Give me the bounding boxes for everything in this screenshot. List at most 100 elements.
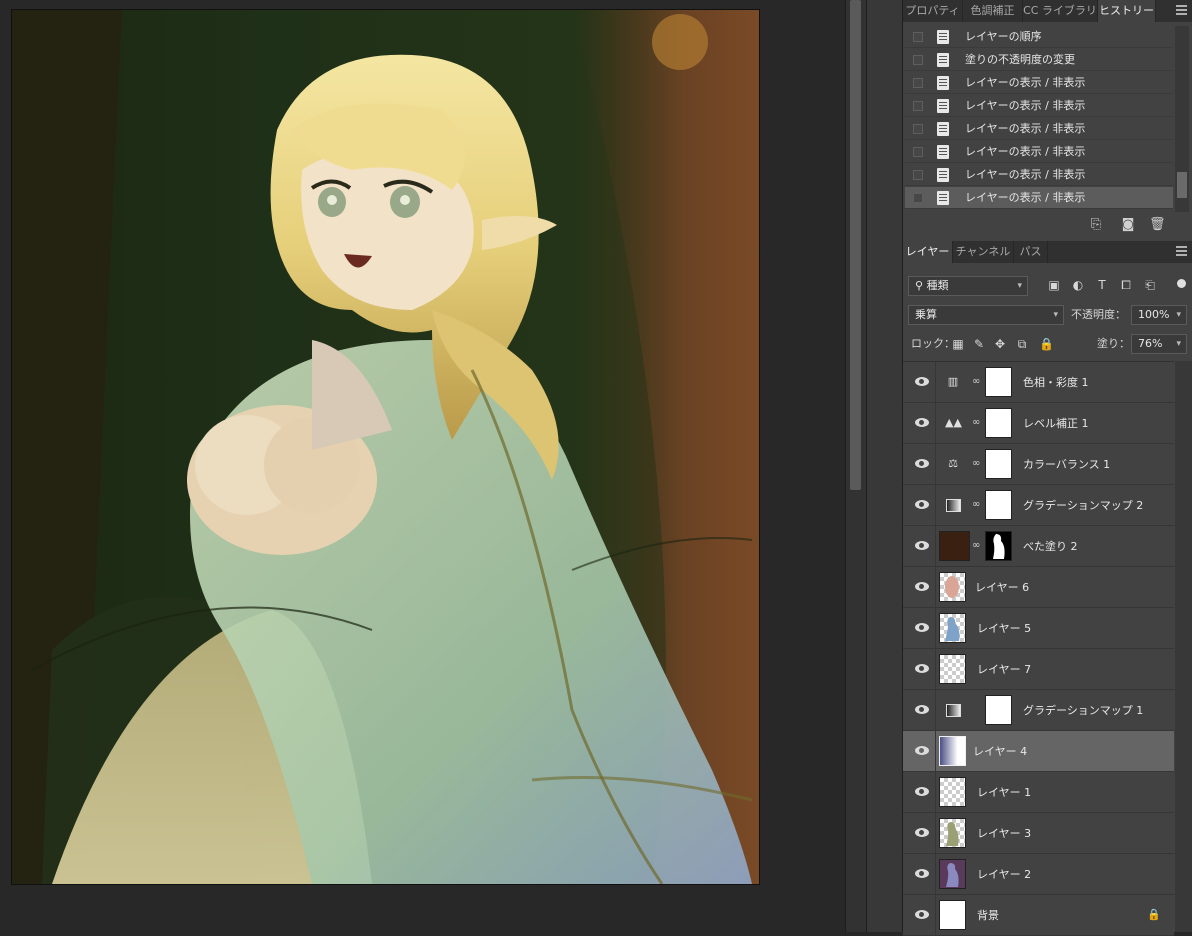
- history-item[interactable]: レイヤーの表示 / 非表示: [905, 141, 1173, 163]
- lock-position-icon[interactable]: ✥: [993, 337, 1007, 351]
- link-chain-icon[interactable]: ∞: [972, 375, 980, 389]
- layer-thumbnail[interactable]: [939, 613, 966, 643]
- canvas-workspace[interactable]: [0, 0, 845, 932]
- lock-image-pixels-icon[interactable]: ✎: [972, 337, 986, 351]
- solid-fill-icon[interactable]: [939, 531, 970, 561]
- layer-mask-thumbnail[interactable]: [985, 490, 1012, 520]
- layer-row-color-balance[interactable]: ⚖ ∞ カラーバランス 1: [903, 444, 1174, 485]
- layer-row-gradient-map-1[interactable]: グラデーションマップ 1: [903, 690, 1174, 731]
- shape-layer-filter-icon[interactable]: ⧠: [1119, 278, 1133, 292]
- visibility-eye-icon[interactable]: [915, 418, 929, 427]
- layer-row-layer-7[interactable]: レイヤー 7: [903, 649, 1174, 690]
- visibility-eye-icon[interactable]: [915, 377, 929, 386]
- layer-filter-select[interactable]: ⚲ 種類 ▾: [908, 276, 1028, 296]
- history-checkbox[interactable]: [913, 101, 923, 111]
- layer-thumbnail[interactable]: [939, 900, 966, 930]
- layer-row-background[interactable]: 背景 🔒: [903, 895, 1174, 936]
- layer-row-layer-6[interactable]: レイヤー 6: [903, 567, 1174, 608]
- history-item-current[interactable]: レイヤーの表示 / 非表示: [905, 187, 1173, 209]
- visibility-eye-icon[interactable]: [915, 582, 929, 591]
- layer-name[interactable]: べた塗り 2: [1023, 526, 1078, 567]
- tab-paths[interactable]: パス: [1014, 241, 1048, 263]
- opacity-field[interactable]: 100% ▾: [1131, 305, 1187, 325]
- history-checkbox[interactable]: [913, 193, 923, 203]
- layer-mask-thumbnail[interactable]: [985, 367, 1012, 397]
- panel-menu-icon[interactable]: [1176, 5, 1187, 15]
- layer-name[interactable]: レイヤー 5: [977, 608, 1031, 649]
- visibility-eye-icon[interactable]: [915, 459, 929, 468]
- layer-mask-thumbnail[interactable]: [985, 695, 1012, 725]
- visibility-eye-icon[interactable]: [915, 705, 929, 714]
- layer-name[interactable]: レイヤー 4: [973, 731, 1027, 772]
- visibility-eye-icon[interactable]: [915, 828, 929, 837]
- camera-snapshot-icon[interactable]: ◙: [1121, 218, 1135, 232]
- layer-thumbnail[interactable]: [939, 777, 966, 807]
- lock-artboard-icon[interactable]: ⧉: [1015, 337, 1029, 351]
- new-document-from-state-icon[interactable]: ⎘: [1089, 218, 1103, 232]
- layers-scrollbar[interactable]: [1175, 361, 1192, 932]
- layer-thumbnail[interactable]: [939, 572, 966, 602]
- layer-row-solid-fill-2[interactable]: ∞ べた塗り 2: [903, 526, 1174, 567]
- layer-name[interactable]: レイヤー 7: [977, 649, 1031, 690]
- history-item[interactable]: レイヤーの表示 / 非表示: [905, 118, 1173, 140]
- history-scrollbar[interactable]: [1175, 26, 1189, 212]
- history-item[interactable]: 塗りの不透明度の変更: [905, 49, 1173, 71]
- layer-name[interactable]: 色相・彩度 1: [1023, 362, 1089, 403]
- layer-thumbnail[interactable]: [939, 654, 966, 684]
- layer-name[interactable]: レイヤー 2: [977, 854, 1031, 895]
- layer-row-layer-2[interactable]: レイヤー 2: [903, 854, 1174, 895]
- link-chain-icon[interactable]: ∞: [972, 457, 980, 471]
- layer-row-gradient-map-2[interactable]: ∞ グラデーションマップ 2: [903, 485, 1174, 526]
- lock-icon[interactable]: 🔒: [1147, 909, 1161, 921]
- visibility-eye-icon[interactable]: [915, 500, 929, 509]
- pixel-layer-filter-icon[interactable]: ▣: [1047, 278, 1061, 292]
- link-chain-icon[interactable]: ∞: [972, 539, 980, 553]
- tab-properties[interactable]: プロパティ: [903, 0, 963, 22]
- layer-row-layer-4[interactable]: レイヤー 4: [903, 731, 1174, 772]
- layer-name[interactable]: レイヤー 6: [975, 567, 1029, 608]
- layer-mask-thumbnail[interactable]: [985, 531, 1012, 561]
- canvas-vertical-scrollbar[interactable]: [845, 0, 866, 932]
- visibility-eye-icon[interactable]: [915, 787, 929, 796]
- history-checkbox[interactable]: [913, 147, 923, 157]
- lock-transparent-pixels-icon[interactable]: ▦: [951, 337, 965, 351]
- visibility-eye-icon[interactable]: [915, 746, 929, 755]
- adjustment-layer-filter-icon[interactable]: ◐: [1071, 278, 1085, 292]
- layer-name[interactable]: カラーバランス 1: [1023, 444, 1110, 485]
- trash-icon[interactable]: 🗑: [1149, 218, 1166, 232]
- visibility-eye-icon[interactable]: [915, 541, 929, 550]
- history-checkbox[interactable]: [913, 32, 923, 42]
- layer-thumbnail[interactable]: [939, 736, 966, 766]
- fill-field[interactable]: 76% ▾: [1131, 334, 1187, 354]
- tab-layers[interactable]: レイヤー: [903, 241, 953, 263]
- visibility-eye-icon[interactable]: [915, 910, 929, 919]
- tab-adjustments[interactable]: 色調補正: [963, 0, 1023, 22]
- layer-row-layer-5[interactable]: レイヤー 5: [903, 608, 1174, 649]
- layer-name[interactable]: レイヤー 1: [977, 772, 1031, 813]
- layer-row-layer-1[interactable]: レイヤー 1: [903, 772, 1174, 813]
- layer-name[interactable]: レベル補正 1: [1023, 403, 1089, 444]
- layer-thumbnail[interactable]: [939, 859, 966, 889]
- layer-thumbnail[interactable]: [939, 818, 966, 848]
- history-item[interactable]: レイヤーの表示 / 非表示: [905, 72, 1173, 94]
- tab-history[interactable]: ヒストリー: [1098, 0, 1156, 22]
- tab-cc-libraries[interactable]: CC ライブラリ: [1023, 0, 1098, 22]
- layer-name[interactable]: レイヤー 3: [977, 813, 1031, 854]
- tab-channels[interactable]: チャンネル: [953, 241, 1014, 263]
- history-checkbox[interactable]: [913, 124, 923, 134]
- panel-menu-icon[interactable]: [1176, 246, 1187, 256]
- history-item[interactable]: レイヤーの表示 / 非表示: [905, 164, 1173, 186]
- history-item[interactable]: レイヤーの表示 / 非表示: [905, 95, 1173, 117]
- layer-mask-thumbnail[interactable]: [985, 408, 1012, 438]
- link-chain-icon[interactable]: ∞: [972, 416, 980, 430]
- layer-mask-thumbnail[interactable]: [985, 449, 1012, 479]
- layer-row-levels[interactable]: ▲▲ ∞ レベル補正 1: [903, 403, 1174, 444]
- history-checkbox[interactable]: [913, 78, 923, 88]
- visibility-eye-icon[interactable]: [915, 869, 929, 878]
- history-item[interactable]: レイヤーの順序: [905, 26, 1173, 48]
- blend-mode-select[interactable]: 乗算 ▾: [908, 305, 1064, 325]
- link-chain-icon[interactable]: ∞: [972, 498, 980, 512]
- layer-name[interactable]: 背景: [977, 895, 999, 936]
- visibility-eye-icon[interactable]: [915, 623, 929, 632]
- canvas-scrollbar-thumb[interactable]: [850, 0, 861, 490]
